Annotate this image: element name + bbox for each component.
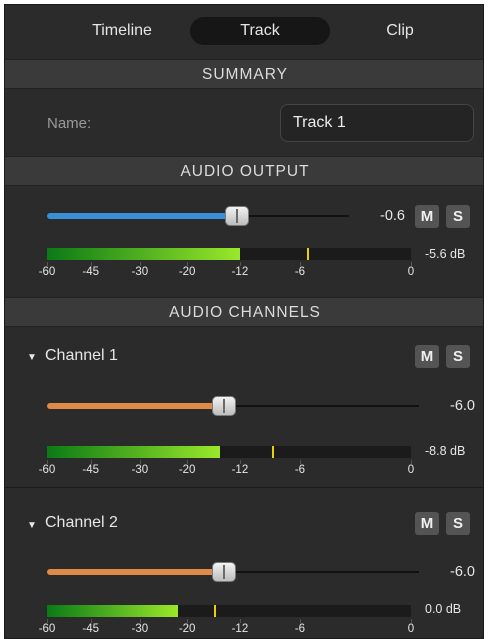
peak-marker — [271, 446, 274, 458]
channel-1-level-meter — [47, 446, 411, 458]
meter-scale-label: 0 — [407, 266, 415, 278]
meter-fill — [47, 248, 240, 260]
output-meter-scale: -60 -45 -30 -20 -12 -6 0 — [39, 262, 414, 282]
meter-scale-label: -30 — [131, 623, 149, 635]
channel-2-db-readout: 0.0 dB — [425, 602, 462, 616]
collapse-triangle-icon[interactable]: ▼ — [27, 520, 37, 531]
slider-thumb[interactable] — [211, 396, 236, 416]
meter-scale-label: -45 — [82, 623, 99, 635]
tab-bar: Timeline Track Clip — [5, 5, 483, 55]
output-level-meter — [47, 248, 411, 260]
track-inspector-panel: Timeline Track Clip SUMMARY Name: Track … — [4, 4, 484, 639]
audio-channels-header: AUDIO CHANNELS — [5, 297, 483, 327]
name-label: Name: — [47, 115, 92, 132]
collapse-triangle-icon[interactable]: ▼ — [27, 352, 37, 363]
meter-scale-label: -60 — [38, 464, 56, 476]
meter-scale-label: -6 — [294, 623, 306, 635]
slider-thumb[interactable] — [211, 562, 236, 582]
tab-track[interactable]: Track — [190, 17, 330, 45]
channel-1-title[interactable]: Channel 1 — [45, 347, 118, 365]
channel-2-volume-value: -6.0 — [450, 564, 475, 580]
output-mute-button[interactable]: M — [415, 205, 439, 228]
channel-2-solo-button[interactable]: S — [446, 512, 470, 535]
channel-1-meter-scale: -60 -45 -30 -20 -12 -6 0 — [39, 460, 414, 480]
channel-divider — [5, 487, 483, 488]
channel-2-level-meter — [47, 605, 411, 617]
meter-scale-label: -20 — [178, 266, 196, 278]
slider-fill — [47, 569, 224, 575]
channel-2-title[interactable]: Channel 2 — [45, 514, 118, 532]
meter-scale-label: 0 — [407, 623, 415, 635]
channel-1-volume-value: -6.0 — [450, 398, 475, 414]
meter-scale-label: -12 — [231, 266, 249, 278]
channel-2-meter-scale: -60 -45 -30 -20 -12 -6 0 — [39, 619, 414, 638]
meter-scale-label: -20 — [178, 623, 196, 635]
channel-1-solo-button[interactable]: S — [446, 345, 470, 368]
slider-fill — [47, 213, 238, 219]
tab-clip[interactable]: Clip — [350, 17, 450, 45]
meter-scale-label: -60 — [38, 623, 56, 635]
slider-fill — [47, 403, 224, 409]
peak-marker — [213, 605, 216, 617]
channel-1-db-readout: -8.8 dB — [425, 444, 466, 458]
output-volume-value: -0.6 — [380, 208, 405, 224]
meter-scale-label: -60 — [38, 266, 56, 278]
summary-header: SUMMARY — [5, 59, 483, 89]
channel-2-mute-button[interactable]: M — [415, 512, 439, 535]
channel-1-volume-slider[interactable] — [47, 396, 419, 416]
track-name-field[interactable]: Track 1 — [280, 104, 474, 142]
meter-scale-label: 0 — [407, 464, 415, 476]
tab-timeline[interactable]: Timeline — [67, 17, 177, 45]
meter-scale-label: -6 — [294, 266, 306, 278]
meter-scale-label: -45 — [82, 266, 99, 278]
meter-scale-label: -30 — [131, 266, 149, 278]
output-solo-button[interactable]: S — [446, 205, 470, 228]
peak-marker — [307, 248, 310, 260]
meter-scale-label: -12 — [231, 464, 249, 476]
output-volume-slider[interactable] — [47, 206, 349, 226]
meter-fill — [47, 605, 178, 617]
slider-thumb[interactable] — [225, 206, 250, 226]
meter-fill — [47, 446, 221, 458]
channel-1-mute-button[interactable]: M — [415, 345, 439, 368]
meter-scale-label: -20 — [178, 464, 196, 476]
audio-output-header: AUDIO OUTPUT — [5, 156, 483, 186]
channel-2-volume-slider[interactable] — [47, 562, 419, 582]
meter-scale-label: -30 — [131, 464, 149, 476]
output-db-readout: -5.6 dB — [425, 247, 466, 261]
meter-scale-label: -45 — [82, 464, 99, 476]
meter-scale-label: -6 — [294, 464, 306, 476]
meter-scale-label: -12 — [231, 623, 249, 635]
